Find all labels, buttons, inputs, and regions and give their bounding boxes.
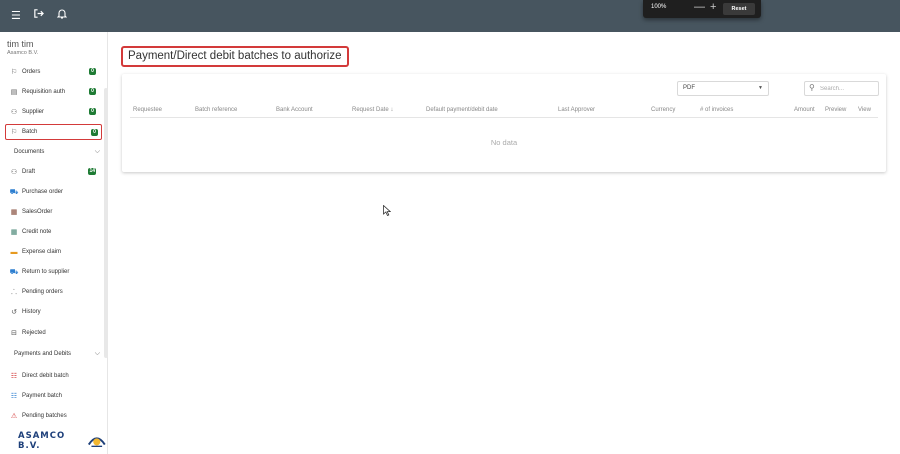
section-documents[interactable]: Documents ⌵ <box>14 145 100 159</box>
cart-icon: ⛟ <box>9 188 19 196</box>
column-requestee[interactable]: Requestee <box>133 107 162 113</box>
list-icon: ▤ <box>10 89 18 96</box>
network-icon: ⸫ <box>11 288 17 296</box>
history-icon: ↺ <box>11 309 17 316</box>
count-badge: 0 <box>89 108 96 115</box>
column-request-date[interactable]: Request Date ↓ <box>352 107 393 113</box>
empty-state-text: No data <box>490 138 518 147</box>
users-icon: ⚇ <box>10 169 18 176</box>
sidebar: tim tim Asamco B.V. ⚐ Orders 0 ▤ Requisi… <box>0 32 108 454</box>
chevron-down-icon: ▼ <box>758 85 763 91</box>
count-badge: 0 <box>89 68 96 75</box>
section-payments-and-debits[interactable]: Payments and Debits ⌵ <box>14 347 100 361</box>
table-header: Requestee Batch reference Bank Account R… <box>130 102 878 118</box>
count-badge: 0 <box>91 129 98 136</box>
column-amount[interactable]: Amount <box>794 107 815 113</box>
sidebar-scrollbar[interactable] <box>104 88 108 358</box>
mouse-cursor-icon <box>383 203 392 221</box>
top-bar: ☰ <box>0 0 900 32</box>
column-bank-account[interactable]: Bank Account <box>276 107 313 113</box>
sidebar-item-batch[interactable]: ⚐ Batch 0 <box>5 124 102 140</box>
search-icon: ⚲ <box>809 83 815 92</box>
sidebar-item-pending-orders[interactable]: ⸫ Pending orders <box>9 284 99 300</box>
zoom-out-button[interactable]: — <box>694 1 705 13</box>
sidebar-item-draft[interactable]: ⚇ Draft 14 <box>9 164 99 180</box>
sidebar-item-payment-batch[interactable]: ☷ Payment batch <box>9 388 99 404</box>
sidebar-item-expense-claim[interactable]: ▬ Expense claim <box>9 244 99 260</box>
flag-icon: ⚐ <box>10 69 18 76</box>
export-format-select[interactable]: PDF ▼ <box>677 81 769 96</box>
column-number-of-invoices[interactable]: # of invoices <box>700 107 733 113</box>
page-title: Payment/Direct debit batches to authoriz… <box>121 46 349 67</box>
column-last-approver[interactable]: Last Approver <box>558 107 595 113</box>
sidebar-item-credit-note[interactable]: ▦ Credit note <box>9 224 99 240</box>
chevron-down-icon: ⌵ <box>94 350 100 357</box>
sidebar-item-salesorder[interactable]: ▦ SalesOrder <box>9 204 99 220</box>
warning-icon: ⚠ <box>10 413 18 420</box>
users-icon: ⚇ <box>10 109 18 116</box>
column-preview[interactable]: Preview <box>825 107 846 113</box>
chevron-down-icon: ⌵ <box>94 148 100 155</box>
column-default-payment-date[interactable]: Default payment/debit date <box>426 107 498 113</box>
truck-icon: ⛟ <box>9 268 19 276</box>
sidebar-item-supplier[interactable]: ⚇ Supplier 0 <box>9 104 99 120</box>
batches-table-card: PDF ▼ ⚲ Requestee Batch reference Bank A… <box>122 74 886 172</box>
count-badge: 14 <box>88 168 96 175</box>
sidebar-item-rejected[interactable]: ⊟ Rejected <box>9 325 99 341</box>
sidebar-item-return-to-supplier[interactable]: ⛟ Return to supplier <box>9 264 99 280</box>
logout-icon[interactable] <box>33 8 44 24</box>
company-name: Asamco B.V. <box>7 50 39 56</box>
zoom-reset-button[interactable]: Reset <box>723 3 755 15</box>
bank-icon: ▦ <box>10 229 18 236</box>
logo-emblem-icon <box>88 437 107 448</box>
zoom-toolbar: 100% — + Reset <box>643 0 761 18</box>
column-currency[interactable]: Currency <box>651 107 675 113</box>
sidebar-item-history[interactable]: ↺ History <box>9 304 99 320</box>
list-icon: ☷ <box>10 393 18 400</box>
zoom-level: 100% <box>651 4 667 10</box>
search-box[interactable]: ⚲ <box>804 81 879 96</box>
bell-icon[interactable] <box>56 8 68 24</box>
menu-icon[interactable]: ☰ <box>11 8 21 24</box>
bank-icon: ▦ <box>10 209 18 216</box>
column-view[interactable]: View <box>858 107 871 113</box>
flag-icon: ⚐ <box>10 129 18 136</box>
column-batch-reference[interactable]: Batch reference <box>195 107 237 113</box>
sidebar-item-requisition-auth[interactable]: ▤ Requisition auth 0 <box>9 84 99 100</box>
list-icon: ☷ <box>10 373 18 380</box>
rejected-icon: ⊟ <box>11 330 17 337</box>
sidebar-item-pending-batches[interactable]: ⚠ Pending batches <box>9 408 99 424</box>
sidebar-item-purchase-order[interactable]: ⛟ Purchase order <box>9 184 99 200</box>
search-input[interactable] <box>820 82 876 95</box>
sidebar-item-orders[interactable]: ⚐ Orders 0 <box>9 64 99 80</box>
zoom-in-button[interactable]: + <box>710 1 716 13</box>
sidebar-item-direct-debit-batch[interactable]: ☷ Direct debit batch <box>9 368 99 384</box>
count-badge: 0 <box>89 88 96 95</box>
user-name: tim tim <box>7 39 34 49</box>
wallet-icon: ▬ <box>10 248 18 256</box>
company-logo: ASAMCO B.V. <box>18 431 107 451</box>
